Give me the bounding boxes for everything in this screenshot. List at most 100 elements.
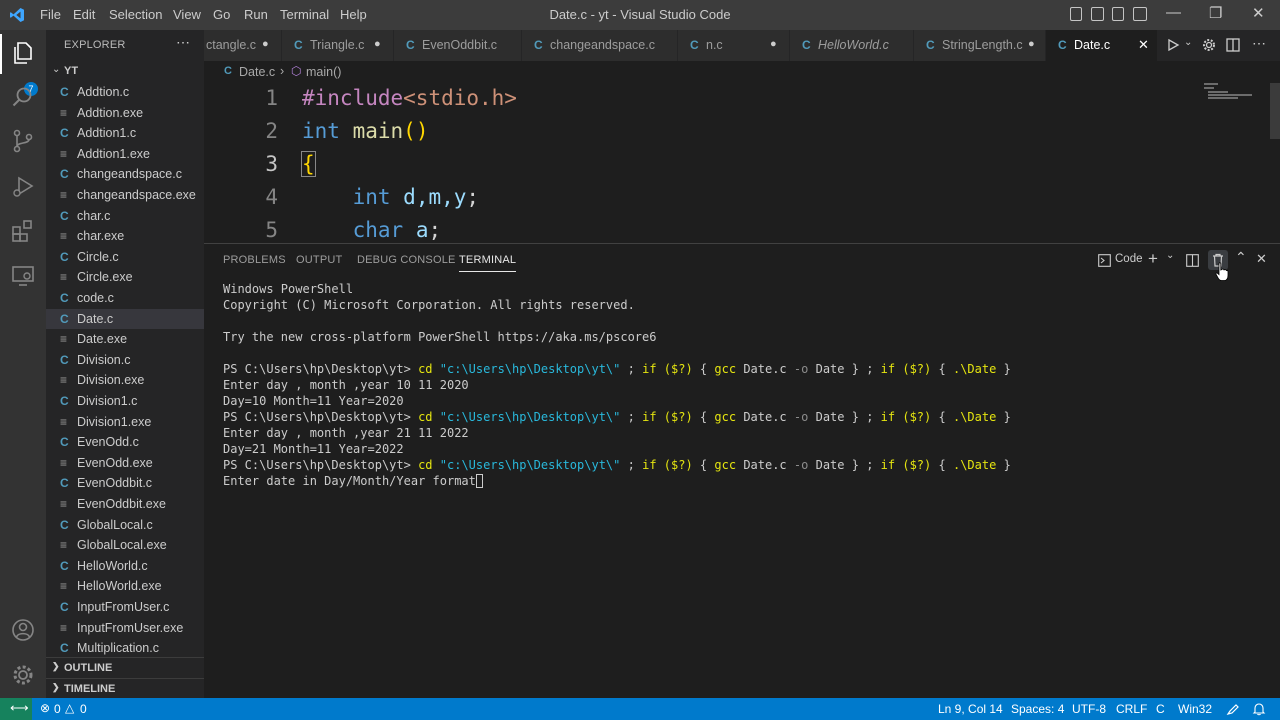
- restore-icon[interactable]: ❐: [1209, 4, 1222, 22]
- file-item[interactable]: C GlobalLocal.c: [46, 515, 204, 535]
- language-mode[interactable]: C: [1156, 702, 1165, 716]
- extensions-icon[interactable]: [10, 218, 36, 244]
- panel-tab-problems[interactable]: PROBLEMS: [223, 254, 286, 266]
- file-item[interactable]: ≡ Addtion.exe: [46, 103, 204, 123]
- file-item[interactable]: C Addtion1.c: [46, 123, 204, 143]
- panel-tab-output[interactable]: OUTPUT: [296, 254, 342, 266]
- more-actions-icon[interactable]: ⋯: [176, 34, 190, 51]
- file-item[interactable]: ≡ InputFromUser.exe: [46, 618, 204, 638]
- line-ending[interactable]: CRLF: [1116, 702, 1147, 716]
- file-name: Date.exe: [77, 332, 128, 347]
- file-item[interactable]: C HelloWorld.c: [46, 556, 204, 576]
- file-name: HelloWorld.exe: [77, 579, 162, 594]
- file-item[interactable]: C EvenOdd.c: [46, 432, 204, 452]
- file-item[interactable]: ≡ EvenOddbit.exe: [46, 494, 204, 514]
- terminal-shell-label[interactable]: Code: [1115, 253, 1143, 265]
- tab-changeandspace[interactable]: C changeandspace.c: [522, 30, 678, 61]
- tab-label: Date.c: [1074, 38, 1111, 52]
- tab-date[interactable]: C Date.c ✕: [1046, 30, 1158, 61]
- tab-helloworld[interactable]: C HelloWorld.c: [790, 30, 914, 61]
- split-terminal-icon[interactable]: [1186, 254, 1199, 267]
- unsaved-dot-icon[interactable]: ●: [262, 38, 269, 50]
- unsaved-dot-icon[interactable]: ●: [770, 38, 777, 50]
- tab-ctangle[interactable]: ctangle.c ●: [204, 30, 282, 61]
- file-item[interactable]: Cchangeandspace.c: [46, 164, 204, 184]
- maximize-panel-icon[interactable]: ⌃: [1235, 249, 1247, 266]
- vertical-scrollbar[interactable]: [1270, 83, 1280, 139]
- tab-stringlength[interactable]: C StringLength.c ●: [914, 30, 1046, 61]
- file-item[interactable]: C Multiplication.c: [46, 638, 204, 658]
- minimap[interactable]: [1204, 83, 1264, 113]
- file-item[interactable]: Ccode.c: [46, 288, 204, 308]
- panel-tab-debug-console[interactable]: DEBUG CONSOLE: [357, 254, 456, 266]
- code-line-2: int main(): [302, 119, 428, 143]
- file-item[interactable]: C EvenOddbit.c: [46, 473, 204, 493]
- tab-n[interactable]: C n.c ●: [678, 30, 790, 61]
- folder-header[interactable]: ⌄ YT: [46, 62, 204, 82]
- file-item[interactable]: C Date.c: [46, 308, 204, 329]
- cursor-position[interactable]: Ln 9, Col 14: [938, 702, 1003, 716]
- file-item[interactable]: C Division1.c: [46, 391, 204, 411]
- unsaved-dot-icon[interactable]: ●: [1028, 38, 1035, 50]
- file-item[interactable]: ≡ changeandspace.exe: [46, 185, 204, 205]
- run-code-icon[interactable]: [1166, 38, 1180, 52]
- split-editor-icon[interactable]: [1226, 38, 1240, 52]
- file-item[interactable]: ≡ char.exe: [46, 226, 204, 246]
- platform[interactable]: Win32: [1178, 702, 1212, 716]
- run-debug-icon[interactable]: [10, 173, 36, 199]
- toggle-panel-icon[interactable]: [1091, 7, 1104, 21]
- tab-evenoddbit[interactable]: C EvenOddbit.c: [394, 30, 522, 61]
- file-item[interactable]: C Circle.c: [46, 247, 204, 267]
- file-item[interactable]: C InputFromUser.c: [46, 597, 204, 617]
- file-item[interactable]: ≡ GlobalLocal.exe: [46, 535, 204, 555]
- file-item[interactable]: ≡ Circle.exe: [46, 267, 204, 287]
- cmd-if: if: [642, 410, 657, 424]
- feedback-icon[interactable]: [1226, 702, 1240, 716]
- accounts-icon[interactable]: [10, 617, 36, 643]
- file-item[interactable]: ≡ Division1.exe: [46, 412, 204, 432]
- panel-tab-terminal[interactable]: TERMINAL: [459, 254, 517, 272]
- close-panel-icon[interactable]: ✕: [1256, 251, 1267, 267]
- encoding[interactable]: UTF-8: [1072, 702, 1106, 716]
- unsaved-dot-icon[interactable]: ●: [374, 38, 381, 50]
- remote-explorer-icon[interactable]: [10, 263, 36, 289]
- close-tab-icon[interactable]: ✕: [1138, 37, 1149, 53]
- cmd-brace: {: [938, 362, 946, 376]
- explorer-icon[interactable]: [10, 40, 36, 66]
- file-item[interactable]: ≡ Division.exe: [46, 370, 204, 390]
- terminal-icon: [1098, 254, 1111, 267]
- breadcrumb-symbol[interactable]: main(): [306, 65, 341, 79]
- tab-triangle[interactable]: C Triangle.c ●: [282, 30, 394, 61]
- code-editor[interactable]: 1 2 3 4 5 #include<stdio.h> int main() {…: [204, 83, 1280, 243]
- file-item[interactable]: C Addtion.c: [46, 82, 204, 102]
- code-line-5: char a;: [302, 218, 442, 242]
- c-file-icon: C: [534, 38, 543, 52]
- run-dropdown-icon[interactable]: ⌄: [1184, 37, 1192, 48]
- customize-layout-icon[interactable]: [1133, 7, 1147, 21]
- more-actions-icon[interactable]: ⋯: [1252, 35, 1266, 52]
- chevron-down-icon[interactable]: ⌄: [1166, 250, 1174, 261]
- file-item[interactable]: ≡ EvenOdd.exe: [46, 453, 204, 473]
- breadcrumb-file[interactable]: Date.c: [239, 65, 275, 79]
- outline-section[interactable]: ❯ OUTLINE: [46, 657, 204, 678]
- indentation[interactable]: Spaces: 4: [1011, 702, 1064, 716]
- manage-gear-icon[interactable]: [10, 662, 36, 688]
- source-control-icon[interactable]: [10, 128, 36, 154]
- minimize-icon[interactable]: —: [1166, 4, 1181, 21]
- terminal-input-line[interactable]: Enter date in Day/Month/Year format: [223, 474, 483, 488]
- timeline-section[interactable]: ❯ TIMELINE: [46, 678, 204, 699]
- search-icon[interactable]: [10, 84, 36, 110]
- file-item[interactable]: ≡ HelloWorld.exe: [46, 576, 204, 596]
- file-item[interactable]: ≡ Date.exe: [46, 329, 204, 349]
- new-terminal-icon[interactable]: +: [1148, 249, 1158, 269]
- close-window-icon[interactable]: ✕: [1252, 4, 1265, 22]
- notifications-bell-icon[interactable]: [1252, 702, 1266, 716]
- remote-indicator[interactable]: ⟷: [0, 698, 32, 720]
- file-item[interactable]: ≡ Addtion1.exe: [46, 144, 204, 164]
- file-item[interactable]: C Division.c: [46, 350, 204, 370]
- settings-gear-icon[interactable]: [1202, 38, 1216, 52]
- problems-indicator[interactable]: ⊗ 0 △ 0: [38, 698, 93, 720]
- toggle-sidebar-icon[interactable]: [1070, 7, 1082, 21]
- toggle-secondary-sidebar-icon[interactable]: [1112, 7, 1124, 21]
- file-item[interactable]: Cchar.c: [46, 206, 204, 226]
